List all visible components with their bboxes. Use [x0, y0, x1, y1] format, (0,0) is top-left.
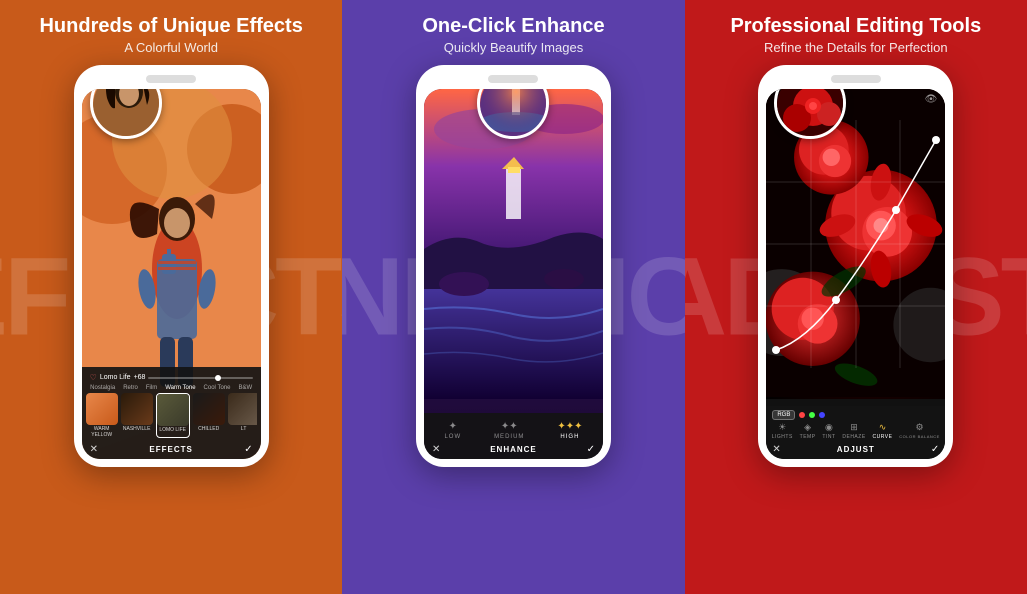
panel-1-title: Hundreds of Unique Effects [39, 14, 302, 38]
check-button-3[interactable]: ✓ [931, 444, 939, 455]
panel-effects: EFFECTS Hundreds of Unique Effects A Col… [0, 0, 342, 594]
blue-channel[interactable] [819, 412, 825, 418]
phone-notch-1 [146, 75, 196, 83]
lomo-text: Lomo Life [100, 374, 131, 381]
panel-3-subtitle: Refine the Details for Perfection [730, 40, 981, 55]
rgb-badge[interactable]: RGB [772, 410, 795, 420]
check-button-1[interactable]: ✓ [244, 444, 252, 455]
panel-2-title: One-Click Enhance [422, 14, 604, 38]
filter-thumb-2[interactable]: NASHVILLE [121, 393, 153, 438]
adjust-actions: ✕ ADJUST ✓ [768, 442, 943, 455]
phone-screen-1: ♡ Lomo Life +68 Nostalgia Retro Film War… [82, 89, 261, 459]
adjust-tools: ☀ LIGHTS ◈ TEMP ◉ TINT ⊞ [768, 422, 943, 440]
enhance-options: ✦ LOW ✦✦ MEDIUM ✦✦✦ HIGH [428, 421, 599, 440]
phone-screen-2: ✦ LOW ✦✦ MEDIUM ✦✦✦ HIGH ✕ [424, 89, 603, 459]
phone-notch-2 [488, 75, 538, 83]
enhance-medium[interactable]: ✦✦ MEDIUM [494, 421, 524, 440]
panel-1-header: Hundreds of Unique Effects A Colorful Wo… [39, 14, 302, 55]
adjust-color-balance[interactable]: ⚙ COLOR BALANCE [899, 422, 940, 440]
panel-adjust: ADJUST Professional Editing Tools Refine… [685, 0, 1027, 594]
effects-bar: ♡ Lomo Life +68 Nostalgia Retro Film War… [82, 367, 261, 459]
close-button-1[interactable]: ✕ [90, 444, 98, 455]
phone-mockup-3: 👁 [758, 65, 953, 467]
close-button-3[interactable]: ✕ [772, 444, 780, 455]
adjust-temp[interactable]: ◈ TEMP [800, 422, 816, 440]
enhance-bar: ✦ LOW ✦✦ MEDIUM ✦✦✦ HIGH ✕ [424, 413, 603, 459]
panel-3-title: Professional Editing Tools [730, 14, 981, 38]
adjust-bar: RGB ☀ LIGHTS ◈ TEMP [766, 406, 945, 459]
filter-thumb-5[interactable]: LT [228, 393, 257, 438]
lomo-dot [215, 375, 221, 381]
filter-thumb-1[interactable]: WARM YELLOW [86, 393, 118, 438]
panel-2-header: One-Click Enhance Quickly Beautify Image… [422, 14, 604, 55]
check-button-2[interactable]: ✓ [587, 444, 595, 455]
adjust-dehaze[interactable]: ⊞ DEHAZE [842, 422, 865, 440]
screen-enhance: ✦ LOW ✦✦ MEDIUM ✦✦✦ HIGH ✕ [424, 89, 603, 459]
panel-enhance: ENHANCE One-Click Enhance Quickly Beauti… [342, 0, 684, 594]
adjust-lights[interactable]: ☀ LIGHTS [772, 422, 793, 440]
panel-3-header: Professional Editing Tools Refine the De… [730, 14, 981, 55]
phone-notch-3 [831, 75, 881, 83]
enhance-low[interactable]: ✦ LOW [444, 421, 461, 440]
enhance-medium-icon: ✦✦ [501, 421, 518, 432]
phone-mockup-1: ♡ Lomo Life +68 Nostalgia Retro Film War… [74, 65, 269, 467]
rgb-row: RGB [768, 410, 943, 422]
grid-overlay [766, 89, 945, 399]
lomo-value: +68 [134, 374, 146, 381]
enhance-high-icon: ✦✦✦ [557, 421, 582, 432]
enhance-high[interactable]: ✦✦✦ HIGH [557, 421, 582, 440]
screen-adjust: 👁 [766, 89, 945, 459]
effects-label: EFFECTS [149, 445, 192, 454]
lomo-slider[interactable] [148, 377, 252, 379]
adjust-tint[interactable]: ◉ TINT [822, 422, 835, 440]
phone-mockup-2: ✦ LOW ✦✦ MEDIUM ✦✦✦ HIGH ✕ [416, 65, 611, 467]
effects-actions: ✕ EFFECTS ✓ [86, 442, 257, 455]
filter-name-row: Nostalgia Retro Film Warm Tone Cool Tone… [86, 385, 257, 391]
adjust-label: ADJUST [837, 445, 875, 454]
filter-thumb-3[interactable]: LOMO LIFE [156, 393, 190, 438]
filter-thumbnails: WARM YELLOW NASHVILLE LOMO LIFE CHI [86, 393, 257, 438]
panel-1-subtitle: A Colorful World [39, 40, 302, 55]
red-channel[interactable] [799, 412, 805, 418]
green-channel[interactable] [809, 412, 815, 418]
visibility-icon[interactable]: 👁 [925, 94, 938, 105]
filter-thumb-4[interactable]: CHILLED [193, 393, 225, 438]
lomo-badge: ♡ Lomo Life +68 [86, 373, 257, 382]
enhance-low-label: LOW [444, 434, 461, 440]
enhance-high-label: HIGH [560, 434, 579, 440]
enhance-label: ENHANCE [490, 445, 537, 454]
panel-2-subtitle: Quickly Beautify Images [422, 40, 604, 55]
enhance-actions: ✕ ENHANCE ✓ [428, 444, 599, 455]
adjust-curve[interactable]: ∿ CURVE [873, 422, 893, 440]
phone-screen-3: 👁 [766, 89, 945, 459]
enhance-medium-label: MEDIUM [494, 434, 524, 440]
close-button-2[interactable]: ✕ [432, 444, 440, 455]
enhance-low-icon: ✦ [449, 421, 457, 432]
screen-effects: ♡ Lomo Life +68 Nostalgia Retro Film War… [82, 89, 261, 459]
